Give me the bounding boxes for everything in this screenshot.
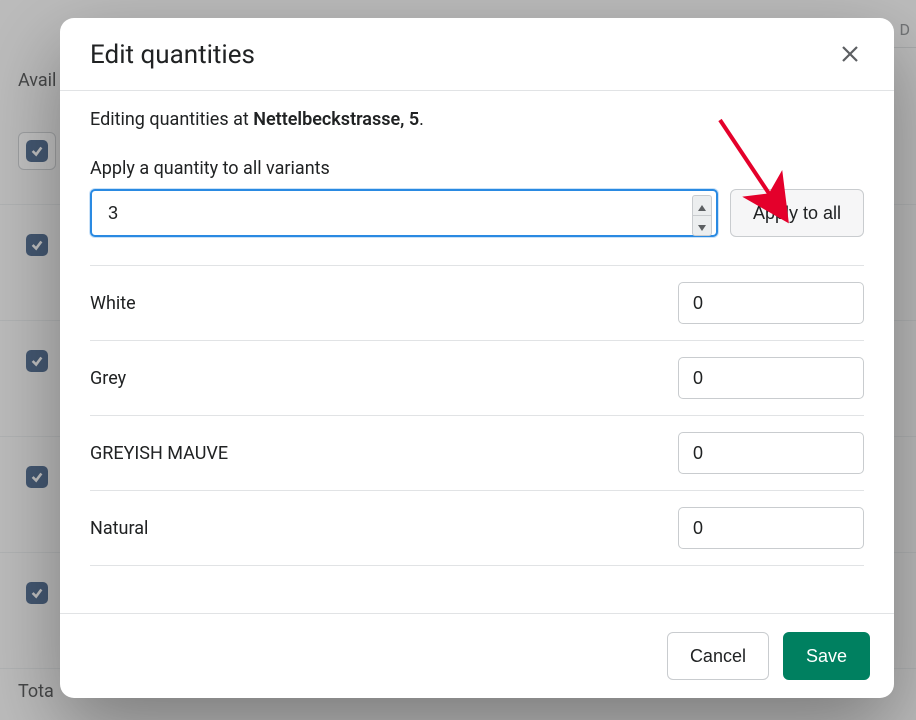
variant-quantity-input[interactable]: [679, 283, 894, 323]
modal-footer: Cancel Save: [60, 613, 894, 698]
chevron-up-icon: [698, 196, 706, 215]
edit-quantities-modal: Edit quantities Editing quantities at Ne…: [60, 18, 894, 698]
cancel-button[interactable]: Cancel: [667, 632, 769, 680]
editing-location: Nettelbeckstrasse, 5: [253, 109, 419, 130]
variant-row: White: [90, 266, 864, 341]
step-up-button[interactable]: [692, 195, 712, 215]
modal-body: Editing quantities at Nettelbeckstrasse,…: [60, 91, 894, 613]
variant-quantity-input[interactable]: [679, 358, 894, 398]
variant-name: Natural: [90, 518, 148, 539]
variant-quantity-input[interactable]: [679, 433, 894, 473]
apply-to-all-label: Apply a quantity to all variants: [90, 158, 864, 179]
variant-quantity-input-wrap: [678, 507, 864, 549]
variant-name: Grey: [90, 368, 126, 389]
apply-to-all-button-label: Apply to all: [753, 203, 841, 224]
editing-suffix: .: [419, 109, 424, 130]
close-icon: [838, 54, 862, 69]
apply-to-all-button[interactable]: Apply to all: [730, 189, 864, 237]
variant-row: Natural: [90, 491, 864, 566]
variant-name: White: [90, 293, 136, 314]
modal-header: Edit quantities: [60, 18, 894, 91]
variant-row: Grey: [90, 341, 864, 416]
apply-to-all-input-wrap: [90, 189, 718, 237]
save-button[interactable]: Save: [783, 632, 870, 680]
step-down-button[interactable]: [692, 215, 712, 236]
variant-quantity-input-wrap: [678, 282, 864, 324]
quantity-stepper: [692, 191, 716, 235]
apply-to-all-input[interactable]: [92, 191, 692, 235]
close-button[interactable]: [836, 41, 864, 69]
variant-quantity-input[interactable]: [679, 508, 894, 548]
chevron-down-icon: [698, 216, 706, 235]
editing-location-line: Editing quantities at Nettelbeckstrasse,…: [90, 109, 864, 130]
cancel-button-label: Cancel: [690, 646, 746, 667]
apply-to-all-row: Apply to all: [90, 189, 864, 266]
variant-row: GREYISH MAUVE: [90, 416, 864, 491]
save-button-label: Save: [806, 646, 847, 667]
variant-name: GREYISH MAUVE: [90, 443, 228, 464]
variants-list: White Grey GREYISH MAUVE Natural: [90, 266, 864, 566]
editing-prefix: Editing quantities at: [90, 109, 253, 130]
variant-quantity-input-wrap: [678, 432, 864, 474]
variant-quantity-input-wrap: [678, 357, 864, 399]
modal-title: Edit quantities: [90, 40, 255, 70]
